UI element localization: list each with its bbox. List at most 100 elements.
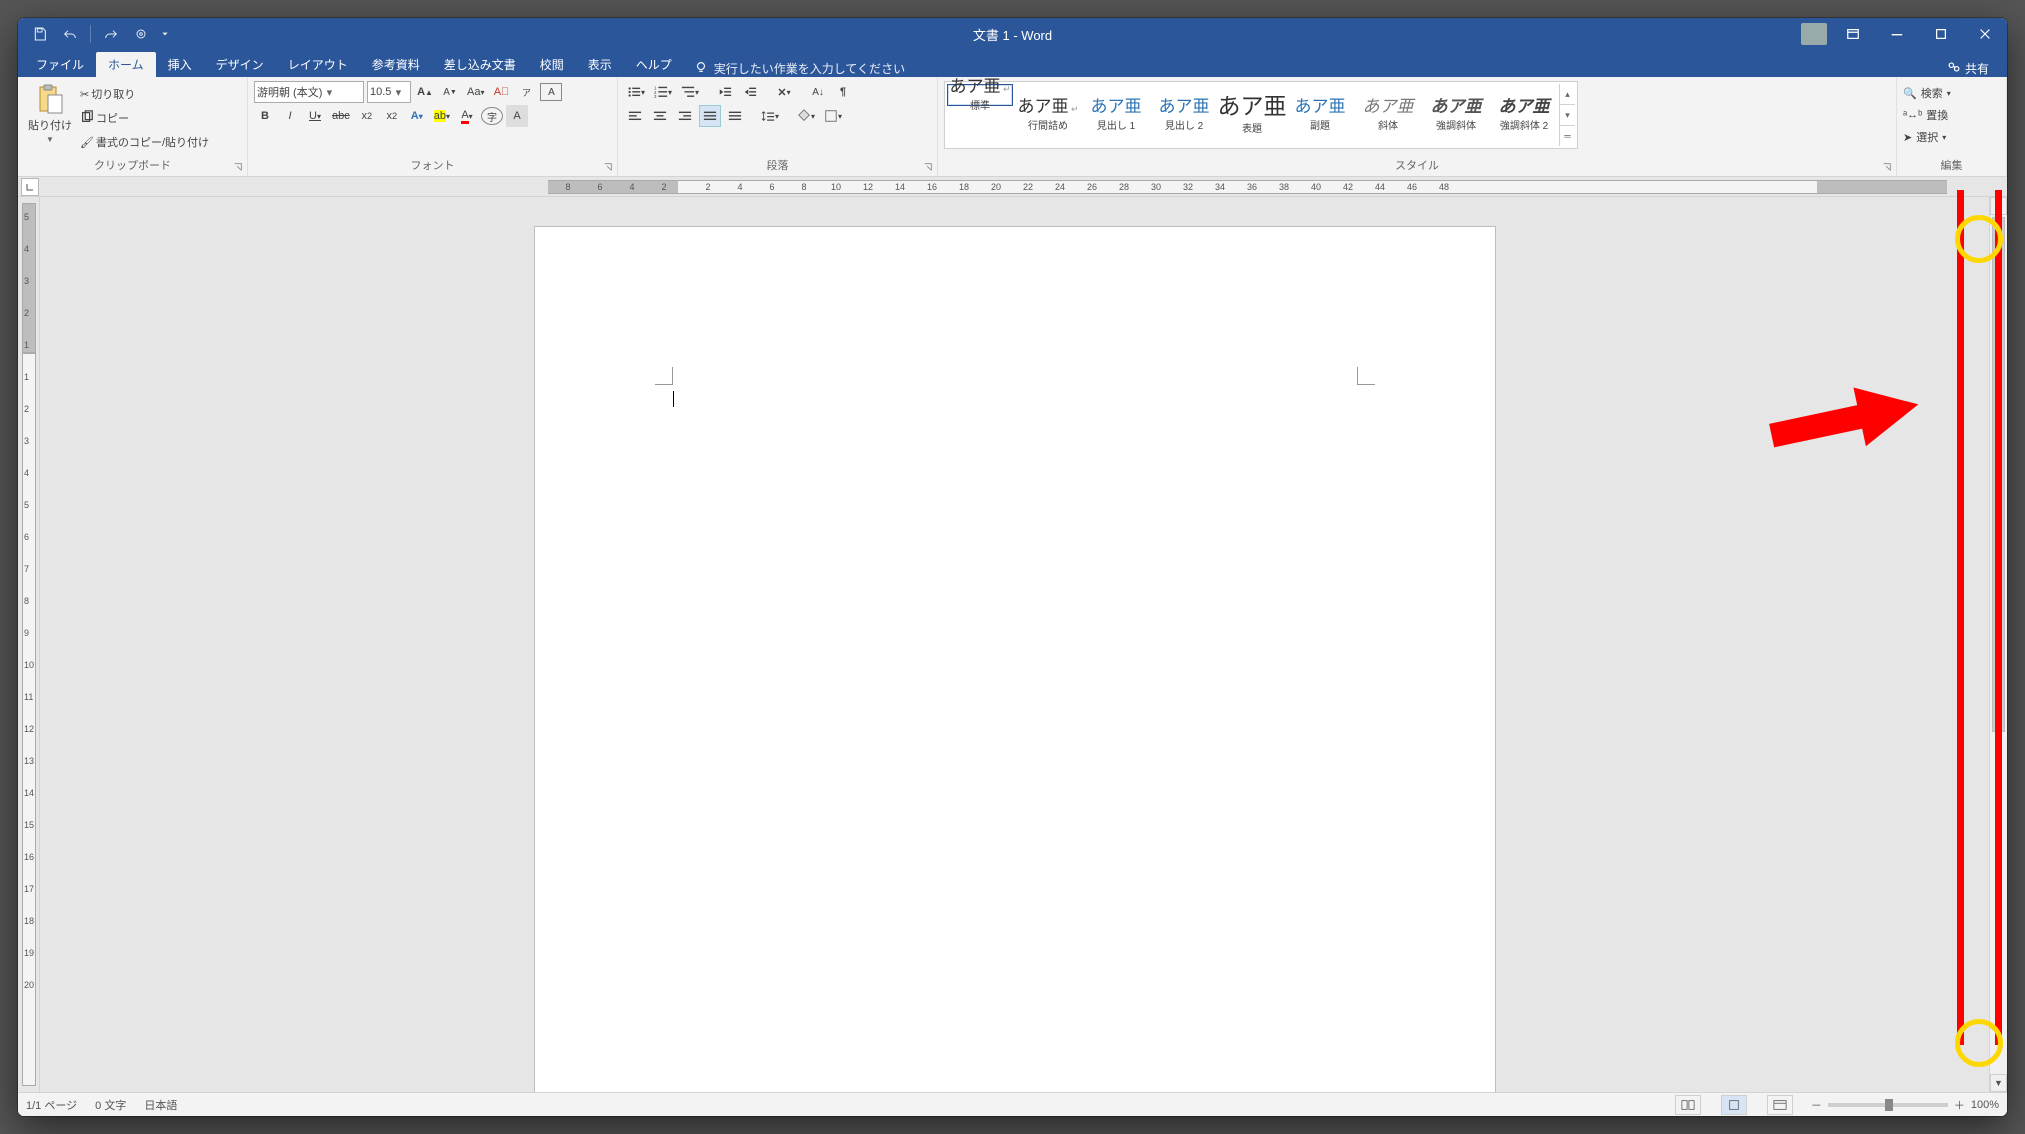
enclosed-char-button[interactable]: 字 [481, 107, 503, 125]
print-layout-button[interactable] [1721, 1095, 1747, 1115]
tab-insert[interactable]: 挿入 [156, 52, 204, 77]
replace-button[interactable]: ᵃ↔ᵇ置換 [1903, 105, 1948, 125]
tab-design[interactable]: デザイン [204, 52, 276, 77]
tab-layout[interactable]: レイアウト [276, 52, 360, 77]
style-item-6[interactable]: あア亜斜体 [1355, 84, 1421, 146]
style-item-3[interactable]: あア亜見出し 2 [1151, 84, 1217, 146]
highlight-button[interactable]: ab▾ [431, 105, 453, 127]
read-mode-button[interactable] [1675, 1095, 1701, 1115]
borders-button[interactable]: ▾ [821, 105, 845, 127]
style-item-5[interactable]: あア亜副題 [1287, 84, 1353, 146]
tab-selector[interactable] [21, 178, 39, 196]
ribbon-display-options-icon[interactable] [1831, 18, 1875, 50]
show-marks-button[interactable]: ¶ [832, 81, 854, 103]
zoom-in-button[interactable]: ＋ [1954, 1097, 1965, 1113]
style-item-2[interactable]: あア亜見出し 1 [1083, 84, 1149, 146]
justify-button[interactable] [699, 105, 721, 127]
align-center-button[interactable] [649, 105, 671, 127]
underline-button[interactable]: U▾ [304, 105, 326, 127]
find-button[interactable]: 🔍検索▾ [1903, 83, 1951, 103]
font-size-select[interactable]: 10.5▾ [367, 81, 411, 103]
style-item-0[interactable]: あア亜 ↵標準 [947, 84, 1013, 106]
document-canvas[interactable] [40, 197, 1989, 1092]
superscript-button[interactable]: x2 [381, 105, 403, 127]
asian-layout-button[interactable]: ✕▾ [773, 81, 795, 103]
share-button[interactable]: 共有 [1947, 60, 2001, 77]
redo-icon[interactable] [97, 20, 125, 48]
style-item-7[interactable]: あア亜強調斜体 [1423, 84, 1489, 146]
paste-button[interactable]: 貼り付け ▼ [24, 81, 76, 144]
horizontal-ruler[interactable]: 8642246810121416182022242628303234363840… [18, 177, 2007, 197]
align-left-button[interactable] [624, 105, 646, 127]
bold-button[interactable]: B [254, 105, 276, 127]
font-name-select[interactable]: 游明朝 (本文)▾ [254, 81, 364, 103]
clipboard-dialog-launcher[interactable] [233, 162, 245, 174]
phonetic-button[interactable]: ア [515, 81, 537, 103]
tab-help[interactable]: ヘルプ [624, 52, 684, 77]
zoom-level[interactable]: 100% [1971, 1099, 1999, 1111]
style-item-1[interactable]: あア亜 ↵行間詰め [1015, 84, 1081, 146]
line-spacing-button[interactable]: ▾ [758, 105, 782, 127]
gallery-scroll-btn[interactable]: ▾ [1560, 105, 1575, 126]
close-icon[interactable] [1963, 18, 2007, 50]
zoom-control[interactable]: － ＋ 100% [1811, 1097, 1999, 1113]
select-button[interactable]: ➤選択▾ [1903, 127, 1946, 147]
tab-references[interactable]: 参考資料 [360, 52, 432, 77]
styles-dialog-launcher[interactable] [1882, 162, 1894, 174]
char-shading-button[interactable]: A [506, 105, 528, 127]
grow-font-button[interactable]: A▲ [414, 81, 436, 103]
subscript-button[interactable]: x2 [356, 105, 378, 127]
style-item-4[interactable]: あア亜表題 [1219, 84, 1285, 146]
copy-button[interactable]: コピー [80, 107, 209, 129]
page-count[interactable]: 1/1 ページ [26, 1097, 77, 1113]
styles-gallery[interactable]: あア亜 ↵標準あア亜 ↵行間詰めあア亜見出し 1あア亜見出し 2あア亜表題あア亜… [944, 81, 1578, 149]
change-case-button[interactable]: Aa▾ [464, 81, 487, 103]
gallery-scroll[interactable]: ▴▾═ [1559, 84, 1575, 146]
zoom-slider[interactable] [1828, 1103, 1948, 1107]
gallery-scroll-btn[interactable]: ▴ [1560, 84, 1575, 105]
align-right-button[interactable] [674, 105, 696, 127]
gallery-scroll-btn[interactable]: ═ [1560, 126, 1575, 146]
distributed-button[interactable] [724, 105, 746, 127]
cut-button[interactable]: ✂ 切り取り [80, 83, 209, 105]
shading-button[interactable]: ▾ [794, 105, 818, 127]
minimize-icon[interactable] [1875, 18, 1919, 50]
zoom-out-button[interactable]: － [1811, 1097, 1822, 1113]
web-layout-button[interactable] [1767, 1095, 1793, 1115]
account-icon[interactable] [1801, 23, 1827, 45]
paragraph-dialog-launcher[interactable] [923, 162, 935, 174]
text-effects-button[interactable]: A▾ [406, 105, 428, 127]
font-color-button[interactable]: A▾ [456, 105, 478, 127]
tab-review[interactable]: 校閲 [528, 52, 576, 77]
increase-indent-button[interactable] [739, 81, 761, 103]
save-icon[interactable] [26, 20, 54, 48]
scroll-down-button[interactable]: ▼ [1990, 1074, 2007, 1092]
bullets-button[interactable]: ▾ [624, 81, 648, 103]
multilevel-list-button[interactable]: ▾ [678, 81, 702, 103]
decrease-indent-button[interactable] [714, 81, 736, 103]
numbering-button[interactable]: 123▾ [651, 81, 675, 103]
undo-icon[interactable] [56, 20, 84, 48]
strike-button[interactable]: abc [329, 105, 353, 127]
sort-button[interactable]: A↓ [807, 81, 829, 103]
tab-mailings[interactable]: 差し込み文書 [432, 52, 528, 77]
clear-format-button[interactable]: A⃠ [490, 81, 512, 103]
tab-home[interactable]: ホーム [96, 52, 156, 77]
style-item-8[interactable]: あア亜強調斜体 2 [1491, 84, 1557, 146]
italic-button[interactable]: I [279, 105, 301, 127]
word-count[interactable]: 0 文字 [95, 1097, 126, 1113]
page[interactable] [535, 227, 1495, 1092]
language[interactable]: 日本語 [144, 1097, 177, 1113]
touch-mode-icon[interactable] [127, 20, 155, 48]
char-border-button[interactable]: A [540, 83, 562, 101]
tab-view[interactable]: 表示 [576, 52, 624, 77]
shrink-font-button[interactable]: A▼ [439, 81, 461, 103]
zoom-thumb[interactable] [1885, 1099, 1893, 1111]
vertical-ruler[interactable]: 543211234567891011121314151617181920 [18, 197, 40, 1092]
tab-file[interactable]: ファイル [24, 52, 96, 77]
font-dialog-launcher[interactable] [603, 162, 615, 174]
qat-customize-icon[interactable] [157, 20, 173, 48]
format-painter-button[interactable]: 🖌 書式のコピー/貼り付け [80, 131, 209, 153]
maximize-icon[interactable] [1919, 18, 1963, 50]
tell-me[interactable]: 実行したい作業を入力してください [694, 60, 905, 77]
